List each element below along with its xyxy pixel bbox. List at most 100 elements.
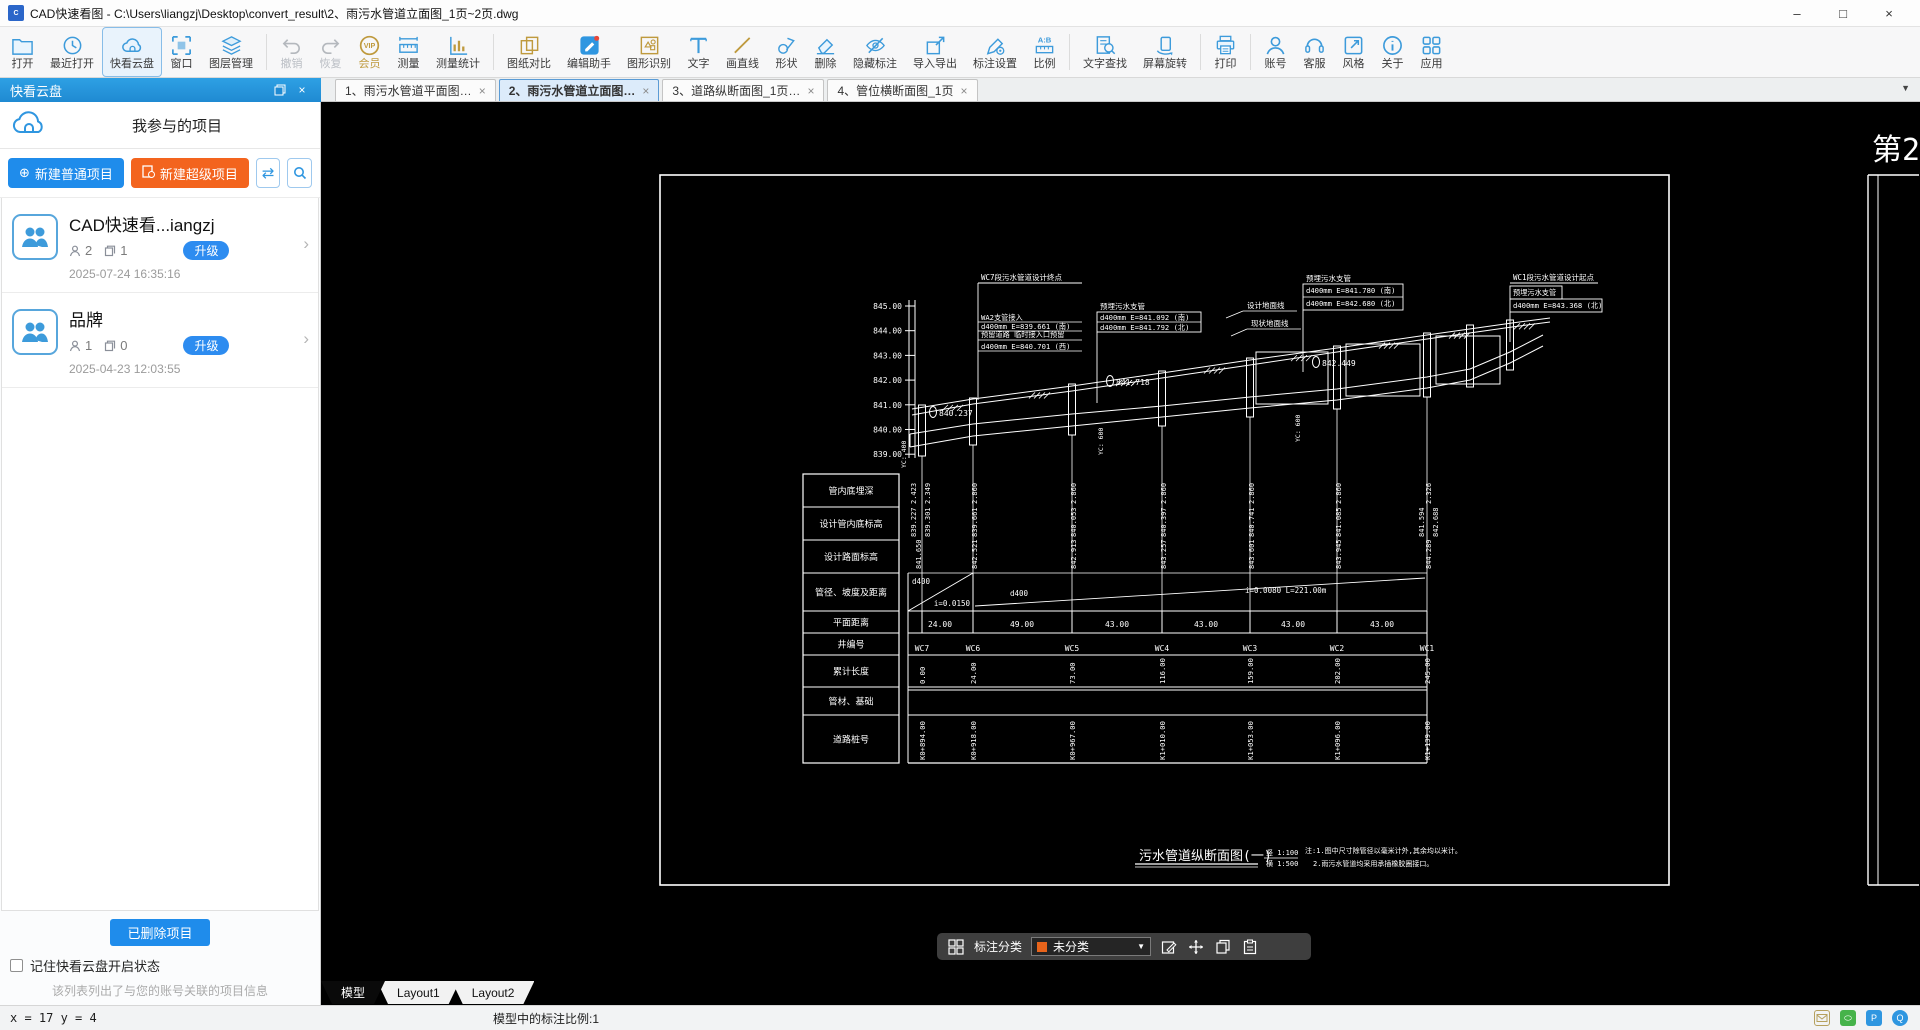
file-count: 0 <box>120 338 127 353</box>
project-card[interactable]: CAD快速看...iangzj 2 1 升级 2025-07-24 16:35:… <box>2 198 318 293</box>
toolbar-style-button[interactable]: 风格 <box>1334 27 1373 77</box>
drawing-canvas[interactable]: 第2页845.00844.00843.00842.00841.00840.008… <box>321 102 1920 1005</box>
toolbar-export-button[interactable]: 导入导出 <box>905 27 965 77</box>
svg-text:污水管道纵断面图(一): 污水管道纵断面图(一) <box>1139 849 1272 864</box>
toolbar-window-button[interactable]: 窗口 <box>162 27 201 77</box>
close-tab-icon[interactable]: × <box>479 84 486 98</box>
toolbar-hide-button[interactable]: 隐藏标注 <box>845 27 905 77</box>
doc-tab-2[interactable]: 2、雨污水管道立面图…× <box>499 79 660 101</box>
new-super-project-button[interactable]: 新建超级项目 <box>131 158 249 188</box>
deleted-projects-button[interactable]: 已删除项目 <box>110 919 210 946</box>
toolbar-service-button[interactable]: 客服 <box>1295 27 1334 77</box>
doc-tab-label: 3、道路纵断面图_1页… <box>672 82 800 99</box>
stats-icon <box>447 34 470 57</box>
toolbar-cloud-button[interactable]: 快看云盘 <box>102 27 162 77</box>
toolbar-label: 应用 <box>1421 58 1443 70</box>
cloud-panel-title: 快看云盘 <box>10 81 62 100</box>
toolbar-stats-button[interactable]: 测量统计 <box>428 27 488 77</box>
toolbar-measure-button[interactable]: 测量 <box>389 27 428 77</box>
svg-text:d400mm E=841.092 (南): d400mm E=841.092 (南) <box>1100 313 1189 322</box>
toolbar-layers-button[interactable]: 图层管理 <box>201 27 261 77</box>
svg-text:预埋污水支管: 预埋污水支管 <box>1513 288 1556 297</box>
feedback-icon[interactable] <box>1814 1010 1830 1026</box>
layout-tab-Layout2[interactable]: Layout2 <box>452 981 535 1004</box>
svg-text:d400mm E=843.368 (北): d400mm E=843.368 (北) <box>1513 301 1602 310</box>
qq-icon[interactable]: Q <box>1892 1010 1908 1026</box>
chevron-right-icon[interactable]: › <box>303 329 309 349</box>
toolbar-folder-button[interactable]: 打开 <box>3 27 42 77</box>
svg-text:843.945: 843.945 <box>1335 539 1343 569</box>
toolbar-shape-button[interactable]: 形状 <box>767 27 806 77</box>
svg-text:842.449: 842.449 <box>1322 359 1356 368</box>
toolbar-account-button[interactable]: 账号 <box>1256 27 1295 77</box>
svg-text:累计长度: 累计长度 <box>833 666 869 678</box>
toolbar-ratio-button[interactable]: A:B比例 <box>1025 27 1064 77</box>
svg-text:2.雨污水管道均采用承插橡胶圈接口。: 2.雨污水管道均采用承插橡胶圈接口。 <box>1313 859 1433 868</box>
edit-annotation-icon[interactable] <box>1160 938 1178 956</box>
sync-project-button[interactable]: ⇄ <box>256 158 281 188</box>
toolbar-compare-button[interactable]: 图纸对比 <box>499 27 559 77</box>
toolbar-recognize-button[interactable]: 图形识别 <box>619 27 679 77</box>
toolbar-label: 画直线 <box>726 58 759 70</box>
toolbar-about-button[interactable]: 关于 <box>1373 27 1412 77</box>
toolbar-recent-button[interactable]: 最近打开 <box>42 27 102 77</box>
plus-icon: ⊕ <box>19 165 30 181</box>
wechat-icon[interactable]: ⬭ <box>1840 1010 1856 1026</box>
svg-text:K1+053.00: K1+053.00 <box>1246 721 1255 760</box>
toolbar-text-button[interactable]: 文字 <box>679 27 718 77</box>
maximize-button[interactable]: □ <box>1820 0 1866 26</box>
project-card[interactable]: 品牌 1 0 升级 2025-04-23 12:03:55 › <box>2 293 318 388</box>
upgrade-badge[interactable]: 升级 <box>183 336 229 355</box>
svg-text:116.00: 116.00 <box>1158 658 1167 684</box>
toolbar-label: 关于 <box>1382 58 1404 70</box>
minimize-button[interactable]: – <box>1774 0 1820 26</box>
svg-text:842.913: 842.913 <box>1070 539 1078 569</box>
layout-tab-模型[interactable]: 模型 <box>321 981 385 1004</box>
toolbar-vip-button[interactable]: VIP会员 <box>350 27 389 77</box>
upgrade-badge[interactable]: 升级 <box>183 241 229 260</box>
paste-annotation-icon[interactable] <box>1241 938 1259 956</box>
doc-tab-1[interactable]: 1、雨污水管道平面图…× <box>335 79 496 101</box>
toolbar-line-button[interactable]: 画直线 <box>718 27 767 77</box>
toolbar-print-button[interactable]: 打印 <box>1206 27 1245 77</box>
remember-checkbox[interactable] <box>10 959 23 972</box>
measure-icon <box>397 34 420 57</box>
move-annotation-icon[interactable] <box>1187 938 1205 956</box>
toolbar-findtext-button[interactable]: 文字查找 <box>1075 27 1135 77</box>
layout-tab-Layout1[interactable]: Layout1 <box>377 981 460 1004</box>
search-project-button[interactable] <box>287 158 312 188</box>
svg-text:2.860: 2.860 <box>1248 483 1256 504</box>
toolbar-apps-button[interactable]: 应用 <box>1412 27 1451 77</box>
chevron-right-icon[interactable]: › <box>303 234 309 254</box>
project-actions: ⊕ 新建普通项目 新建超级项目 ⇄ <box>0 149 320 198</box>
text-icon <box>687 34 710 57</box>
toolbar-redo-button[interactable]: 恢复 <box>311 27 350 77</box>
toolbar-annoset-button[interactable]: 标注设置 <box>965 27 1025 77</box>
close-tab-icon[interactable]: × <box>807 84 814 98</box>
grid-icon[interactable] <box>947 938 965 956</box>
svg-text:i=0.0150: i=0.0150 <box>934 599 971 608</box>
copy-annotation-icon[interactable] <box>1214 938 1232 956</box>
close-button[interactable]: × <box>1866 0 1912 26</box>
classify-dropdown[interactable]: 未分类 ▼ <box>1031 937 1151 956</box>
doc-tab-3[interactable]: 3、道路纵断面图_1页… × <box>662 79 824 101</box>
float-panel-icon[interactable] <box>271 82 289 98</box>
toolbar-label: 风格 <box>1343 58 1365 70</box>
new-normal-project-button[interactable]: ⊕ 新建普通项目 <box>8 158 124 188</box>
svg-text:WC6: WC6 <box>966 644 981 653</box>
toolbar-assist-button[interactable]: 编辑助手 <box>559 27 619 77</box>
project-name: 品牌 <box>69 306 308 331</box>
tab-overflow-icon[interactable]: ▼ <box>1901 83 1910 93</box>
close-tab-icon[interactable]: × <box>960 84 967 98</box>
layout-tabs: 模型Layout1Layout2 <box>329 981 534 1004</box>
close-panel-icon[interactable]: × <box>293 82 311 98</box>
toolbar-eraser-button[interactable]: 删除 <box>806 27 845 77</box>
doc-tab-4[interactable]: 4、管位横断面图_1页× <box>827 79 977 101</box>
toolbar-rotate-button[interactable]: 屏幕旋转 <box>1135 27 1195 77</box>
toolbar-undo-button[interactable]: 撤销 <box>272 27 311 77</box>
svg-text:注:1.图中尺寸除管径以毫米计外,其余均以米计。: 注:1.图中尺寸除管径以毫米计外,其余均以米计。 <box>1305 846 1462 855</box>
svg-text:i=0.0080 L=221.00m: i=0.0080 L=221.00m <box>1245 586 1327 595</box>
close-tab-icon[interactable]: × <box>642 84 649 98</box>
pw-icon[interactable]: P <box>1866 1010 1882 1026</box>
project-name: CAD快速看...iangzj <box>69 211 308 236</box>
